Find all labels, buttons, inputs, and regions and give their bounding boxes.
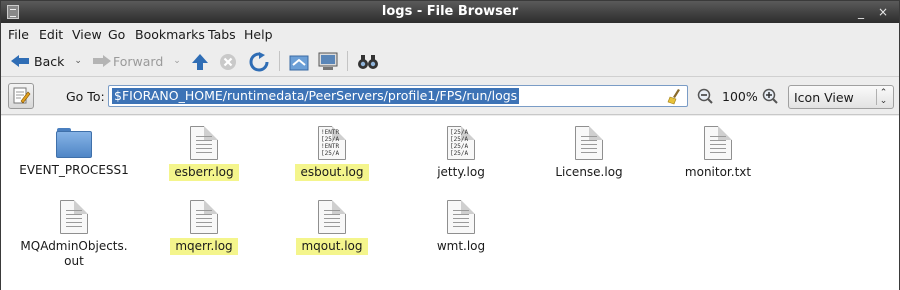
folder-icon [56,126,92,158]
toolbar-separator [347,51,348,71]
file-item-license-log[interactable]: License.log [529,126,649,181]
file-name: License.log [555,165,623,179]
file-icon-view[interactable]: EVENT_PROCESS1 esberr.log !ENTR [25/A !E… [1,116,899,290]
file-item-wmt-log[interactable]: wmt.log [401,200,521,255]
view-mode-value: Icon View [794,90,854,105]
up-arrow-icon[interactable] [191,53,209,71]
zoom-in-icon[interactable] [762,88,778,104]
file-item-mqadminobjects-out[interactable]: MQAdminObjects. out [14,200,134,270]
window-title: logs - File Browser [381,4,519,19]
menu-bar: File Edit View Go Bookmarks Tabs Help [1,23,899,45]
menu-bookmarks[interactable]: Bookmarks [135,27,205,42]
menu-help[interactable]: Help [244,27,273,42]
file-name: wmt.log [436,239,486,253]
clear-broom-icon[interactable] [667,88,683,105]
location-bar: Go To: $FIORANO_HOME/runtimedata/PeerSer… [1,77,899,115]
computer-icon[interactable] [317,52,339,72]
back-dropdown-icon[interactable]: ⌄ [74,56,82,66]
menu-go[interactable]: Go [108,27,125,42]
file-item-mqerr-log[interactable]: mqerr.log [144,200,264,255]
file-name: MQAdminObjects. out [20,239,128,268]
edit-location-icon [13,87,31,104]
file-item-esberr-log[interactable]: esberr.log [144,126,264,181]
forward-arrow-icon [93,55,111,67]
forward-button[interactable]: Forward ⌄ [91,51,181,71]
file-name: mqout.log [296,238,368,255]
zoom-level[interactable]: 100% [722,89,758,104]
file-name: esberr.log [169,164,239,181]
forward-label: Forward [113,53,164,69]
back-button[interactable]: Back ⌄ [9,51,82,71]
stop-icon[interactable] [219,53,237,71]
file-item-esbout-log[interactable]: !ENTR [25/A !ENTR [25/A esbout.log [272,126,392,181]
toggle-location-button[interactable] [8,83,34,109]
menu-file[interactable]: File [8,27,29,42]
text-document-icon [447,200,475,234]
file-name: mqerr.log [170,238,238,255]
goto-label: Go To: [66,89,105,104]
back-label: Back [34,53,65,69]
location-path: $FIORANO_HOME/runtimedata/PeerServers/pr… [112,88,520,104]
file-name: monitor.txt [684,165,752,179]
menu-edit[interactable]: Edit [39,27,63,42]
file-name: EVENT_PROCESS1 [19,163,129,177]
file-item-jetty-log[interactable]: [25/A [25/A [25/A [25/A jetty.log [401,126,521,181]
view-mode-select[interactable]: Icon View ⌃ ⌄ [788,85,894,109]
search-binoculars-icon[interactable] [357,53,379,71]
select-arrows-icon: ⌃ ⌄ [876,89,890,106]
zoom-out-icon[interactable] [697,88,713,104]
menu-tabs[interactable]: Tabs [208,27,236,42]
menu-view[interactable]: View [72,27,102,42]
log-preview-icon: !ENTR [25/A !ENTR [25/A [318,126,346,160]
file-name: esbout.log [295,164,369,181]
text-document-icon [60,200,88,234]
toolbar-separator [279,51,280,71]
location-input[interactable]: $FIORANO_HOME/runtimedata/PeerServers/pr… [108,85,688,107]
file-item-monitor-txt[interactable]: monitor.txt [658,126,778,181]
text-document-icon [575,126,603,160]
minimize-button[interactable]: _ [853,4,869,20]
toolbar: Back ⌄ Forward ⌄ [1,45,899,77]
title-bar[interactable]: logs - File Browser _ × [1,1,899,23]
back-arrow-icon [11,55,29,67]
file-item-mqout-log[interactable]: mqout.log [272,200,392,255]
text-document-icon [704,126,732,160]
file-item-event-process1[interactable]: EVENT_PROCESS1 [14,126,134,179]
text-document-icon [190,200,218,234]
log-preview-icon: [25/A [25/A [25/A [25/A [447,126,475,160]
text-document-icon [318,200,346,234]
close-button[interactable]: × [875,4,891,20]
file-name: jetty.log [437,165,485,179]
text-document-icon [190,126,218,160]
file-browser-window: logs - File Browser _ × File Edit View G… [0,0,900,290]
forward-dropdown-icon[interactable]: ⌄ [173,56,181,66]
reload-icon[interactable] [249,52,269,72]
home-icon[interactable] [289,52,309,72]
